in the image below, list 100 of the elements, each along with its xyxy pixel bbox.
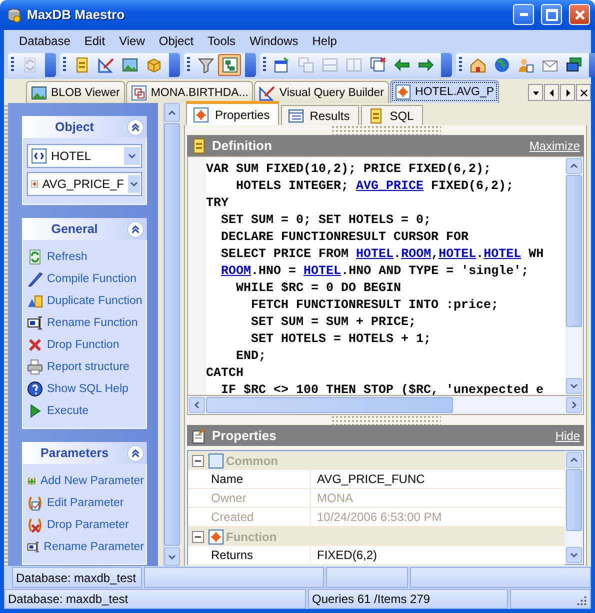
rename-icon (27, 315, 43, 331)
view-tab[interactable]: Results (280, 105, 359, 125)
refresh-icon (27, 249, 43, 265)
toolbar-grip[interactable] (263, 57, 266, 74)
minimize-icon (520, 13, 528, 16)
code-text: . (394, 247, 402, 261)
object-link[interactable]: AVG_PRICE (356, 179, 424, 193)
toolbar-options-button[interactable] (441, 53, 452, 78)
task-link[interactable]: Show SQL Help (27, 378, 144, 400)
close-windows-icon (370, 57, 386, 74)
property-value[interactable]: FIXED(6,2) (311, 548, 378, 562)
object-link[interactable]: HOTEL (304, 264, 342, 278)
menu-item[interactable]: Windows (242, 34, 306, 48)
maximize-icon (544, 6, 560, 23)
splitter-grip[interactable] (330, 415, 440, 425)
drop-parameter-icon (27, 517, 43, 533)
grid-icon (288, 108, 304, 124)
scroll-right-button[interactable] (560, 84, 575, 101)
vertical-scrollbar[interactable] (565, 451, 583, 564)
tab-list-button[interactable] (528, 84, 543, 101)
view-tab[interactable]: SQL (360, 105, 423, 125)
task-link[interactable]: Rename Parameter (27, 536, 144, 558)
menu-item[interactable]: Edit (77, 34, 112, 48)
scroll-left-button[interactable] (544, 84, 559, 101)
task-link[interactable]: Refresh (27, 246, 144, 268)
object-link[interactable]: HOTEL (484, 247, 522, 261)
right-arrow-icon (418, 57, 434, 74)
code-text: WHILE $RC = 0 DO BEGIN (235, 281, 402, 295)
toolbar-options-button[interactable] (169, 53, 180, 78)
document-tab[interactable]: BLOB Viewer (26, 81, 125, 103)
code-text: SET SUM = 0; SET HOTELS = 0; (220, 213, 432, 227)
toolbar-options-button[interactable] (245, 53, 256, 78)
toolbar-grip[interactable] (187, 57, 190, 74)
object-combo[interactable]: HOTEL (27, 144, 142, 168)
object-link[interactable]: ROOM (401, 247, 432, 261)
document-icon (191, 138, 207, 154)
menu-item[interactable]: View (112, 34, 152, 48)
property-value[interactable]: AVG_PRICE_FUNC (311, 472, 425, 486)
maximize-link[interactable]: Maximize (529, 138, 580, 152)
toolbar-grip[interactable] (11, 57, 14, 74)
document-tab[interactable]: HOTEL.AVG_P (390, 80, 500, 103)
splitter-grip[interactable] (330, 125, 440, 135)
maximize-button[interactable] (541, 4, 562, 26)
code-text: .HNO AND TYPE = 'single'; (341, 264, 529, 278)
hide-link[interactable]: Hide (555, 428, 580, 442)
menu-item[interactable]: Object (152, 34, 201, 48)
close-button[interactable] (569, 4, 590, 26)
task-link[interactable]: Drop Function (27, 334, 144, 356)
refresh-icon (22, 57, 38, 74)
collapse-icon (190, 452, 206, 468)
task-link[interactable]: Add New Parameter (27, 470, 144, 492)
toolbar-grip[interactable] (63, 57, 66, 74)
code-text: FETCH FUNCTIONRESULT INTO :price; (250, 298, 499, 312)
collapse-button[interactable] (190, 528, 206, 544)
vertical-scrollbar[interactable] (565, 157, 583, 395)
window-title: MaxDB Maestro (27, 7, 126, 22)
menu-item[interactable]: Database (12, 34, 78, 48)
picture-icon (31, 84, 47, 100)
category-label: Common (226, 454, 278, 468)
code-text: SELECT PRICE FROM (220, 247, 350, 261)
object-combo[interactable]: AVG_PRICE_F (27, 172, 142, 196)
panel-title: General (50, 222, 99, 236)
code-text: HOTELS INTEGER; (235, 179, 350, 193)
task-link[interactable]: Compile Function (27, 268, 144, 290)
document-tab[interactable]: MONA.BIRTHDA... (126, 81, 254, 103)
menu-item[interactable]: Tools (200, 34, 243, 48)
minimize-button[interactable] (513, 4, 534, 26)
diagram-button[interactable] (218, 54, 241, 76)
view-tab[interactable]: Properties (186, 101, 279, 125)
object-link[interactable]: ROOM (221, 264, 252, 278)
collapse-button[interactable] (127, 220, 144, 238)
collapse-button[interactable] (127, 118, 144, 136)
edit-parameter-icon (27, 495, 43, 511)
task-link[interactable]: Report structure (27, 356, 144, 378)
task-link[interactable]: Drop Parameter (27, 514, 144, 536)
code-text: TRY (206, 196, 229, 210)
window-icon (130, 84, 147, 100)
object-link[interactable]: HOTEL (438, 247, 476, 261)
task-link[interactable]: Edit Parameter (27, 492, 144, 514)
panel-title: Definition (212, 138, 273, 153)
toolbar-grip[interactable] (459, 57, 462, 74)
task-link[interactable]: Execute (27, 400, 144, 422)
collapse-icon (127, 444, 144, 462)
horizontal-scrollbar[interactable] (187, 396, 584, 415)
collapse-button[interactable] (190, 452, 206, 468)
collapse-button[interactable] (127, 444, 144, 462)
document-tab[interactable]: Visual Query Builder (254, 81, 390, 103)
task-link[interactable]: Rename Function (27, 312, 144, 334)
code-text: SET HOTELS = HOTELS + 1; (250, 332, 432, 346)
horizontal-tile-icon (322, 57, 338, 74)
close-tab-button[interactable] (576, 84, 591, 101)
vertical-scrollbar[interactable] (163, 103, 180, 566)
task-link[interactable]: Duplicate Function (27, 290, 144, 312)
object-link[interactable]: HOTEL (356, 247, 394, 261)
menu-item[interactable]: Help (305, 34, 344, 48)
code-text: .HNO = (251, 264, 298, 278)
code-editor[interactable] (187, 156, 584, 396)
new-window-icon (274, 57, 290, 74)
ruler-pen-icon (98, 57, 114, 74)
toolbar-options-button[interactable] (45, 53, 56, 78)
